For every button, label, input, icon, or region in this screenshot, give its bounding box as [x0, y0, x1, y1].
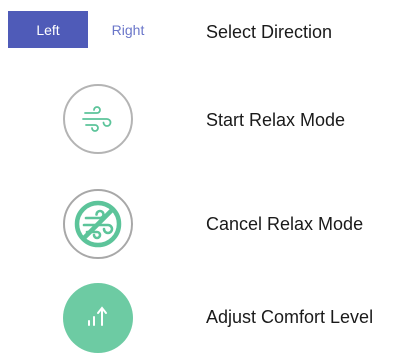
adjust-comfort-button[interactable] — [63, 283, 133, 353]
right-direction-button[interactable]: Right — [88, 11, 168, 48]
left-direction-button[interactable]: Left — [8, 11, 88, 48]
comfort-level-icon — [88, 306, 107, 326]
start-relax-button[interactable] — [63, 84, 133, 154]
select-direction-label: Select Direction — [206, 22, 333, 42]
direction-toggle[interactable]: Left Right — [8, 11, 168, 48]
cancel-relax-label: Cancel Relax Mode — [206, 214, 364, 234]
wind-cancel-icon — [74, 200, 122, 248]
cancel-relax-button[interactable] — [63, 189, 133, 259]
start-relax-label: Start Relax Mode — [206, 110, 346, 130]
adjust-comfort-label: Adjust Comfort Level — [206, 307, 374, 327]
wind-icon — [82, 106, 112, 132]
